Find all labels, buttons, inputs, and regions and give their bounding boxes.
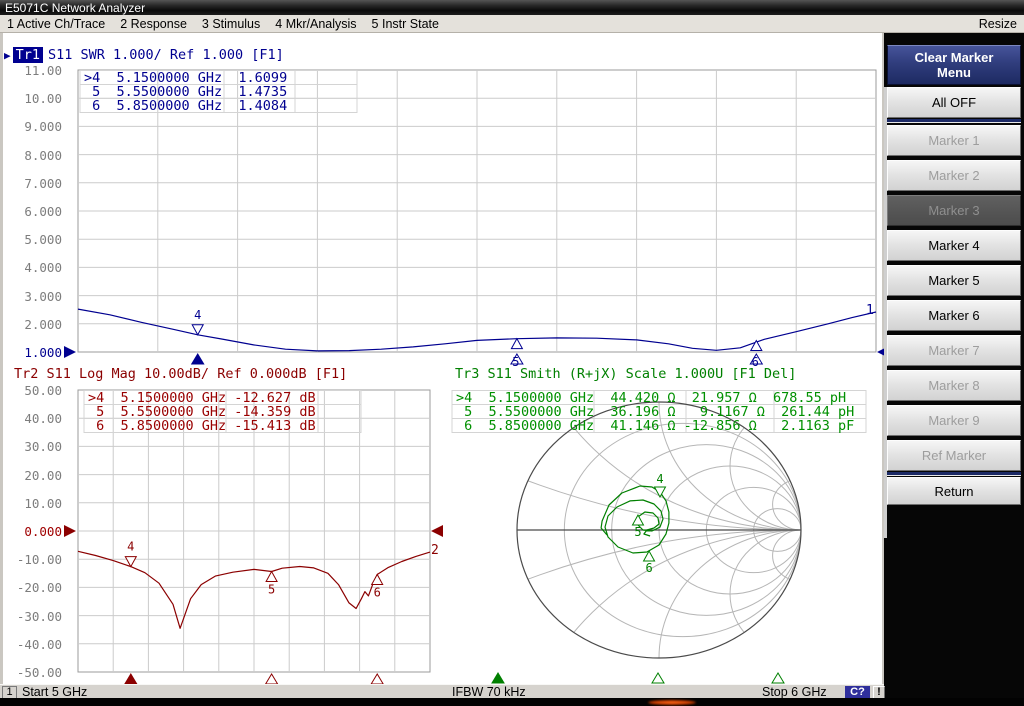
softkey-sidebar: Clear MarkerMenu All OFF Marker 1 Marker 2… bbox=[884, 33, 1024, 706]
softkey-marker-2[interactable]: Marker 2 bbox=[887, 160, 1021, 191]
instrument-display[interactable] bbox=[0, 33, 884, 684]
menu-active-ch-trace[interactable]: 1 Active Ch/Trace bbox=[7, 17, 105, 31]
menu-mkr-analysis[interactable]: 4 Mkr/Analysis bbox=[275, 17, 356, 31]
desktop-strip bbox=[0, 698, 1024, 706]
softkey-marker-3[interactable]: Marker 3 bbox=[887, 195, 1021, 226]
window-title: E5071C Network Analyzer bbox=[5, 1, 145, 15]
menu-response[interactable]: 2 Response bbox=[120, 17, 187, 31]
menu-stimulus[interactable]: 3 Stimulus bbox=[202, 17, 260, 31]
sidebar-separator bbox=[887, 119, 1021, 123]
window-titlebar: E5071C Network Analyzer bbox=[0, 0, 1024, 15]
instrument-screen: E5071C Network Analyzer 1 Active Ch/Trac… bbox=[0, 0, 1024, 706]
status-start-frequency: Start 5 GHz bbox=[22, 685, 87, 699]
softkey-menu-header: Clear MarkerMenu bbox=[887, 45, 1021, 85]
sidebar-separator bbox=[887, 472, 1021, 476]
status-ifbw: IFBW 70 kHz bbox=[452, 685, 526, 699]
softkey-marker-4[interactable]: Marker 4 bbox=[887, 230, 1021, 261]
softkey-marker-1[interactable]: Marker 1 bbox=[887, 125, 1021, 156]
desktop-glow bbox=[648, 700, 696, 705]
menu-bar: 1 Active Ch/Trace 2 Response 3 Stimulus … bbox=[0, 15, 1024, 33]
menu-instr-state[interactable]: 5 Instr State bbox=[372, 17, 439, 31]
softkey-marker-5[interactable]: Marker 5 bbox=[887, 265, 1021, 296]
softkey-ref-marker[interactable]: Ref Marker bbox=[887, 440, 1021, 471]
menu-resize[interactable]: Resize bbox=[979, 17, 1017, 31]
status-stop-frequency: Stop 6 GHz bbox=[762, 685, 827, 699]
softkey-marker-6[interactable]: Marker 6 bbox=[887, 300, 1021, 331]
softkey-marker-7[interactable]: Marker 7 bbox=[887, 335, 1021, 366]
status-bar: 1 Start 5 GHz IFBW 70 kHz Stop 6 GHz C? … bbox=[0, 684, 884, 698]
softkey-marker-8[interactable]: Marker 8 bbox=[887, 370, 1021, 401]
softkey-return[interactable]: Return bbox=[887, 477, 1021, 505]
softkey-all-off[interactable]: All OFF bbox=[887, 87, 1021, 118]
calibration-status-badge: C? bbox=[845, 686, 870, 698]
softkey-marker-9[interactable]: Marker 9 bbox=[887, 405, 1021, 436]
